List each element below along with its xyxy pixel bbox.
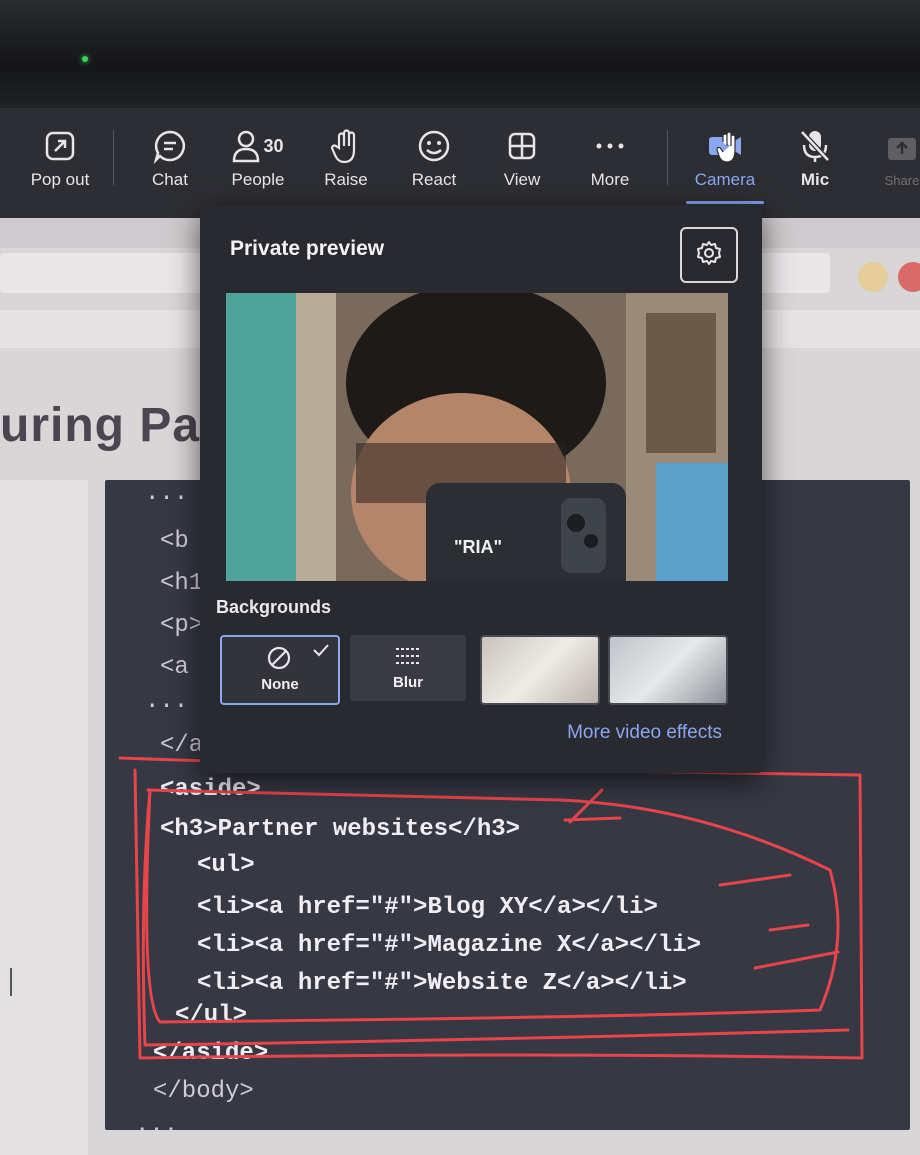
more-video-effects-link[interactable]: More video effects <box>567 722 722 744</box>
no-symbol-icon <box>266 645 292 676</box>
more-dots-icon <box>595 126 625 166</box>
popout-label: Pop out <box>30 170 90 189</box>
phone-case-text: "RIA" <box>454 537 503 557</box>
popout-button[interactable]: Pop out <box>0 108 130 208</box>
camera-button[interactable]: Camera <box>686 108 764 208</box>
code-line: <a <box>160 654 189 681</box>
code-line: ... <box>135 1112 179 1139</box>
checkmark-icon <box>312 643 330 662</box>
code-line-li: <li><a href="#">Blog XY</a></li> <box>197 894 658 921</box>
mic-label: Mic <box>800 170 830 189</box>
background-blur-label: Blur <box>393 674 423 691</box>
raise-hand-button[interactable]: Raise <box>303 108 389 208</box>
page-left-column <box>0 480 88 1155</box>
chat-button[interactable]: Chat <box>128 108 212 208</box>
code-line: ... <box>145 480 189 507</box>
background-office-option[interactable] <box>608 635 728 705</box>
background-none-label: None <box>261 676 299 693</box>
view-grid-icon <box>507 126 537 166</box>
share-label: Share <box>884 172 920 188</box>
view-button[interactable]: View <box>478 108 566 208</box>
text-cursor <box>10 968 12 996</box>
react-button[interactable]: React <box>390 108 478 208</box>
more-label: More <box>590 170 630 189</box>
chat-icon <box>152 126 188 166</box>
raise-label: Raise <box>324 170 368 189</box>
react-smile-icon <box>417 126 451 166</box>
monitor-bezel <box>0 0 920 110</box>
camera-preview: "RIA" <box>226 293 728 581</box>
chat-label: Chat <box>152 170 188 189</box>
background-blur-option[interactable]: Blur <box>350 635 466 701</box>
camera-off-icon <box>705 126 745 166</box>
code-line: <b <box>160 528 189 555</box>
people-count: 30 <box>263 135 284 156</box>
code-line-body-close: </body> <box>153 1078 254 1105</box>
code-line: <h1 <box>160 570 204 597</box>
code-line: <p> <box>160 612 204 639</box>
meeting-toolbar: Pop out Chat 30 People Raise React View <box>0 108 920 218</box>
code-line-ul-open: <ul> <box>197 852 255 879</box>
private-preview-popup: Private preview "RIA" Backgrounds None B… <box>200 205 762 773</box>
code-line-h3: <h3>Partner websites</h3> <box>160 816 521 843</box>
page-heading: uring Pa <box>0 399 201 452</box>
code-line-li: <li><a href="#">Magazine X</a></li> <box>197 932 702 959</box>
more-button[interactable]: More <box>566 108 654 208</box>
people-icon: 30 <box>232 126 284 166</box>
background-none-option[interactable]: None <box>220 635 340 705</box>
window-dot-yellow <box>858 262 888 292</box>
react-label: React <box>411 170 457 189</box>
mic-off-icon <box>798 126 832 166</box>
gear-icon <box>696 240 722 271</box>
background-room-option[interactable] <box>480 635 600 705</box>
code-line: ... <box>145 688 189 715</box>
mic-button[interactable]: Mic <box>782 108 848 208</box>
share-icon <box>886 129 918 169</box>
popout-icon <box>43 126 77 166</box>
code-line-aside-open: <aside> <box>160 776 261 803</box>
toolbar-divider <box>113 130 114 185</box>
camera-label: Camera <box>694 170 756 189</box>
webcam-led <box>82 56 88 62</box>
raise-hand-icon <box>331 126 361 166</box>
view-label: View <box>503 170 541 189</box>
code-line-aside-close: </aside> <box>153 1040 269 1067</box>
blur-icon <box>394 645 422 672</box>
backgrounds-label: Backgrounds <box>216 597 332 617</box>
share-button[interactable]: Share <box>872 108 920 208</box>
people-button[interactable]: 30 People <box>215 108 301 208</box>
code-line: </a <box>160 732 204 759</box>
code-line-li: <li><a href="#">Website Z</a></li> <box>197 970 687 997</box>
code-line-ul-close: </ul> <box>175 1002 248 1029</box>
toolbar-divider <box>667 130 668 185</box>
people-label: People <box>231 170 285 189</box>
window-dot-red <box>898 262 920 292</box>
settings-button[interactable] <box>680 227 738 283</box>
popup-title: Private preview <box>230 237 385 260</box>
